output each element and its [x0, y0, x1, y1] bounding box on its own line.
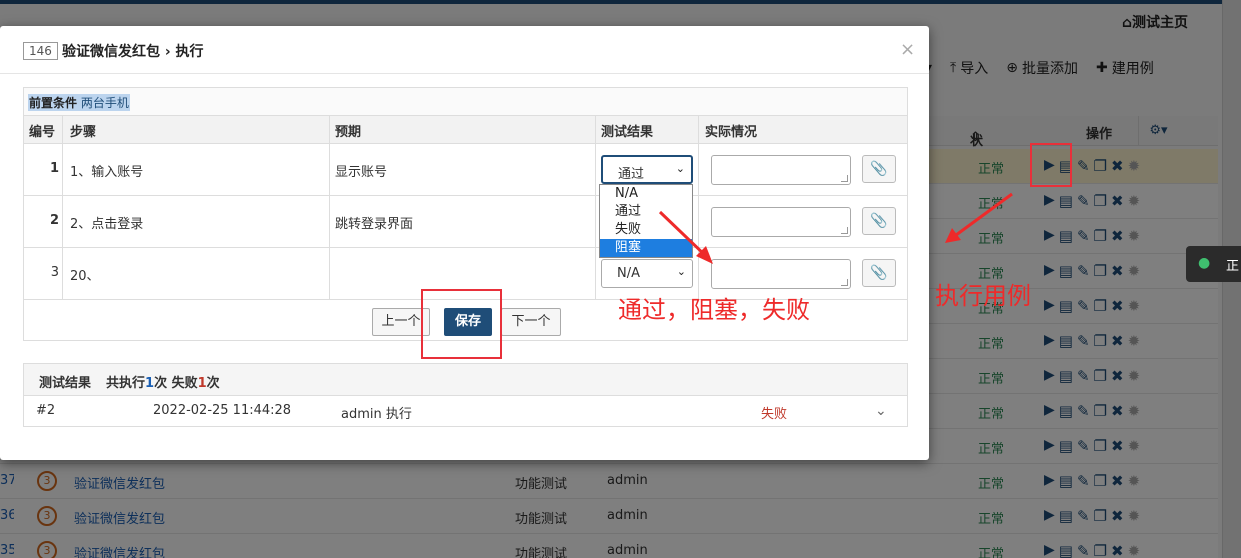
results-annotation: 通过，阻塞，失败: [618, 296, 810, 324]
results-summary: 共执行1次 失败1次: [106, 376, 220, 391]
step-result-select[interactable]: N/A ⌄: [601, 259, 693, 288]
execute-case-modal: 146 验证微信发红包 › 执行 × 前置条件 两台手机 编号 步骤 预期 测试…: [0, 26, 929, 460]
header-no: 编号: [29, 125, 56, 140]
voice-chat-chip[interactable]: ● 正: [1186, 246, 1241, 282]
step-row: 2 2、点击登录 跳转登录界面 📎: [24, 196, 907, 248]
actual-result-textarea[interactable]: [711, 155, 851, 185]
precondition: 前置条件 两台手机: [28, 94, 130, 111]
precondition-label: 前置条件: [29, 96, 78, 110]
attach-file-button[interactable]: 📎: [862, 207, 896, 235]
dropdown-option[interactable]: 通过: [600, 203, 692, 221]
result-dropdown-list: N/A 通过 失败 阻塞: [599, 184, 693, 258]
close-icon[interactable]: ×: [900, 39, 915, 60]
dropdown-option-highlighted[interactable]: 阻塞: [600, 239, 692, 257]
step-result-select[interactable]: 通过 ⌄: [601, 155, 693, 184]
next-button[interactable]: 下一个: [501, 308, 561, 336]
header-step: 步骤: [70, 125, 97, 140]
execute-annotation: 执行用例: [935, 282, 1031, 310]
expand-chevron-icon[interactable]: ⌄: [875, 403, 887, 419]
chevron-down-icon: ⌄: [676, 265, 686, 278]
header-actual: 实际情况: [705, 125, 758, 140]
paperclip-icon: 📎: [870, 265, 888, 281]
steps-header-row: 编号 步骤 预期 测试结果 实际情况: [24, 116, 907, 144]
microphone-icon: ●: [1198, 255, 1211, 271]
case-id-badge: 146: [23, 42, 58, 60]
paperclip-icon: 📎: [870, 161, 888, 177]
actual-result-textarea[interactable]: [711, 207, 851, 237]
result-run-row[interactable]: #2 2022-02-25 11:44:28 admin 执行 失败 ⌄: [24, 396, 907, 426]
precondition-row: 前置条件 两台手机: [24, 88, 907, 116]
chevron-down-icon: ⌄: [675, 162, 685, 175]
header-result: 测试结果: [601, 125, 654, 140]
results-header: 测试结果 共执行1次 失败1次: [24, 364, 907, 396]
precondition-value: 两台手机: [80, 96, 129, 110]
results-panel: 测试结果 共执行1次 失败1次 #2 2022-02-25 11:44:28 a…: [23, 363, 908, 427]
attach-file-button[interactable]: 📎: [862, 259, 896, 287]
save-highlight-box: [421, 289, 502, 359]
modal-header: 146 验证微信发红包 › 执行 ×: [0, 26, 929, 74]
dropdown-option[interactable]: 失败: [600, 221, 692, 239]
modal-title: 验证微信发红包 › 执行: [62, 44, 204, 60]
paperclip-icon: 📎: [870, 213, 888, 229]
step-row: 1 1、输入账号 显示账号 通过 ⌄ 📎: [24, 144, 907, 196]
run-highlight-box: [1030, 143, 1072, 187]
attach-file-button[interactable]: 📎: [862, 155, 896, 183]
dropdown-option[interactable]: N/A: [600, 185, 692, 203]
actual-result-textarea[interactable]: [711, 259, 851, 289]
header-expect: 预期: [335, 125, 362, 140]
